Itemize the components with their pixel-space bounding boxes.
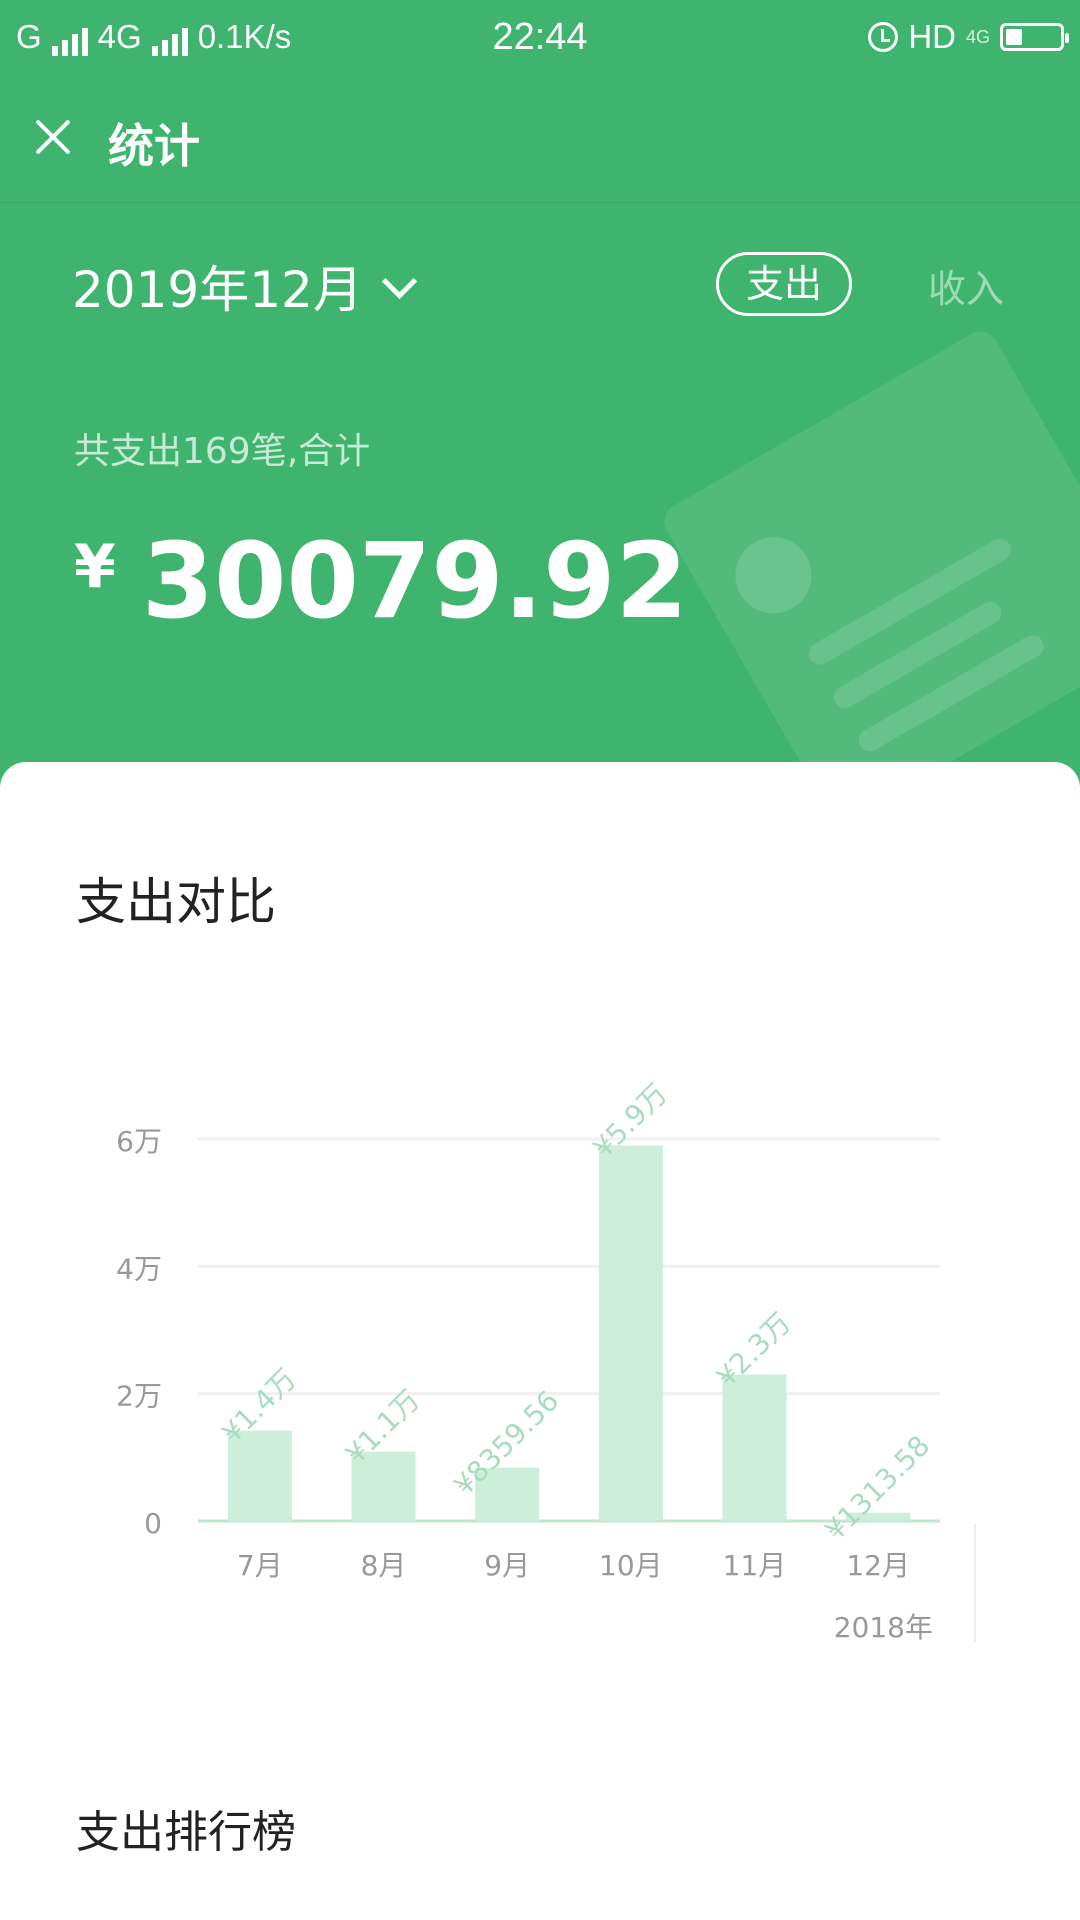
total-value: 30079.92 [141,520,688,642]
y-tick-label: 4万 [116,1252,162,1285]
network-label-right: 4G [965,26,990,47]
stats-header: G 4G 0.1K/s 22:44 HD 4G 统计 2019年12月 支出 收… [0,0,1080,800]
bar [722,1374,787,1521]
month-label: 2019年12月 [72,261,363,319]
currency-symbol: ¥ [74,532,116,602]
x-tick-label: 7月 [237,1549,283,1582]
alarm-icon [868,22,899,52]
data-label: ¥1313.58 [819,1429,937,1547]
y-tick-label: 0 [144,1507,162,1540]
close-icon[interactable] [24,108,84,168]
bar [598,1145,663,1521]
y-tick-label: 6万 [116,1125,162,1158]
x-tick-label: 8月 [361,1549,407,1582]
ranking-title: 支出排行榜 [76,1807,296,1858]
expense-comparison-chart: 02万4万6万7月¥1.4万8月¥1.1万9月¥8359.5610月¥5.9万1… [116,1077,976,1644]
x-tick-label: 10月 [599,1549,663,1582]
page-title: 统计 [108,119,200,173]
hd-label: HD [908,18,956,55]
x-tick-label: 9月 [484,1549,530,1582]
battery-icon [1000,23,1069,51]
status-bar: G 4G 0.1K/s 22:44 HD 4G [0,0,1080,78]
x-tick-label: 11月 [723,1549,787,1582]
expense-card: 支出对比 0 2万 4万 6万 7月 ¥1.4万 8月 ¥1.1万 9月 ¥8359.56 10月 ¥… [0,762,1080,1920]
month-selector[interactable]: 2019年12月 [72,250,418,322]
tab-expense[interactable]: 支出 [716,252,852,316]
chevron-down-icon [381,263,418,299]
y-tick-label: 2万 [116,1380,162,1413]
toolbar: 统计 [0,78,1080,203]
total-amount: ¥ 30079.92 [74,520,688,642]
tab-income[interactable]: 收入 [928,258,1004,313]
x-axis-note: 2018年 [834,1611,933,1644]
expense-summary: 共支出169笔,合计 [74,431,371,472]
x-tick-label: 12月 [846,1549,910,1582]
